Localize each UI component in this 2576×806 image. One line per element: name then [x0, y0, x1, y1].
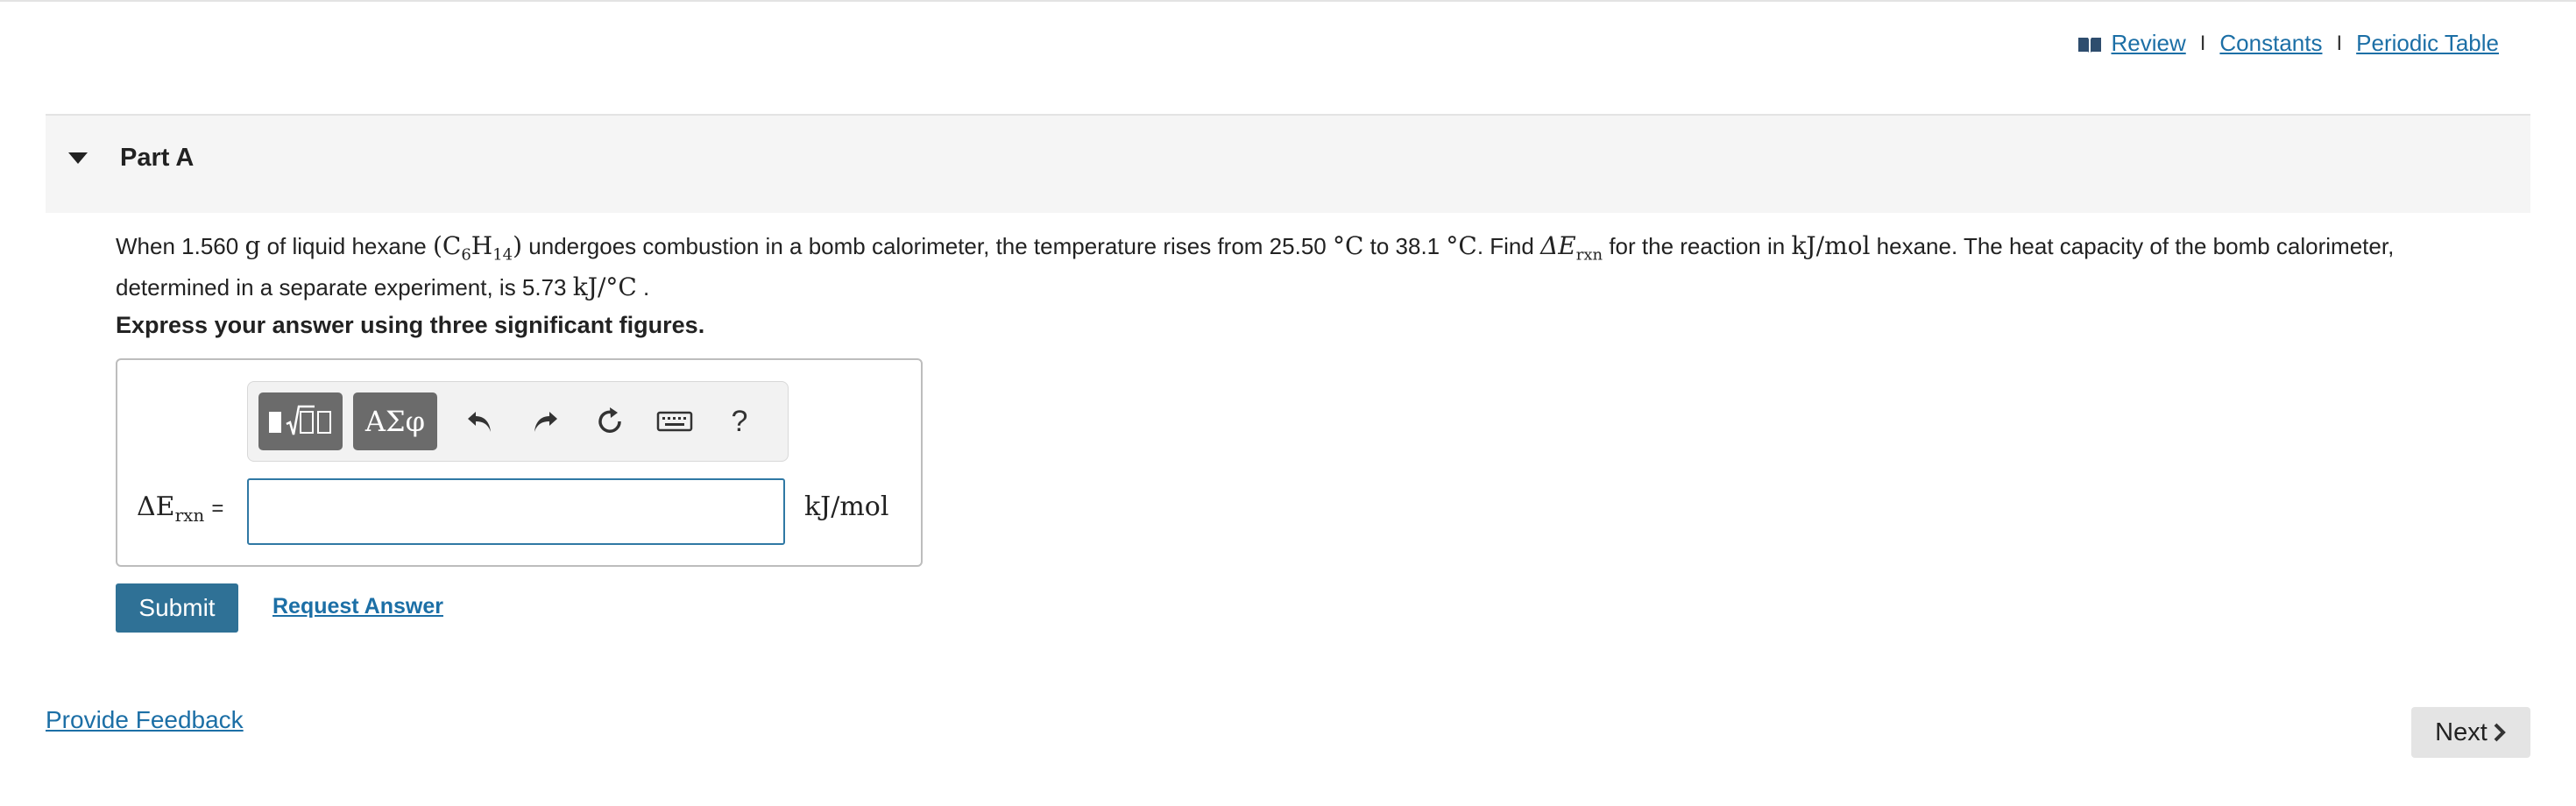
unit-grams: g: [244, 231, 261, 260]
next-button[interactable]: Next: [2411, 707, 2530, 758]
top-divider: [0, 0, 2576, 2]
unit-celsius: °C: [1446, 231, 1477, 260]
question-text: When 1.560 g of liquid hexane (C6H14) un…: [116, 231, 2395, 301]
keyboard-icon: [656, 411, 693, 432]
link-separator: I: [2199, 31, 2206, 55]
part-title: Part A: [120, 144, 195, 172]
answer-input[interactable]: [247, 478, 785, 545]
resource-links: Review I Constants I Periodic Table: [2077, 30, 2499, 57]
symbols-button[interactable]: ΑΣφ: [353, 392, 437, 450]
answer-instruction: Express your answer using three signific…: [116, 312, 705, 338]
unit-kj-per-celsius: kJ/°C: [572, 272, 637, 301]
reset-button[interactable]: [588, 399, 632, 443]
answer-label: ΔErxn =: [137, 491, 224, 526]
question-mark-icon: ?: [731, 404, 748, 438]
answer-box: ΑΣφ ? ΔErxn = kJ/mol: [116, 358, 923, 567]
delta-e-rxn: ΔErxn: [1540, 231, 1603, 265]
help-button[interactable]: ?: [718, 399, 761, 443]
redo-icon: [534, 412, 557, 432]
book-icon: [2078, 38, 2102, 53]
unit-celsius: °C: [1332, 231, 1364, 260]
request-answer-link[interactable]: Request Answer: [272, 594, 443, 619]
math-toolbar: ΑΣφ ?: [247, 381, 789, 462]
link-separator: I: [2336, 31, 2343, 55]
constants-link[interactable]: Constants: [2219, 30, 2322, 57]
caret-down-icon[interactable]: [68, 152, 88, 164]
redo-button[interactable]: [523, 399, 567, 443]
submit-button[interactable]: Submit: [116, 583, 238, 633]
provide-feedback-link[interactable]: Provide Feedback: [46, 706, 244, 734]
part-a-header[interactable]: Part A: [46, 114, 2530, 213]
answer-unit: kJ/mol: [804, 491, 889, 522]
undo-button[interactable]: [458, 399, 502, 443]
reset-icon: [598, 407, 621, 433]
undo-icon: [468, 412, 491, 432]
templates-button[interactable]: [258, 392, 343, 450]
keyboard-button[interactable]: [653, 399, 697, 443]
review-link-label: Review: [2111, 30, 2186, 56]
hexane-formula: (C6H14): [432, 231, 523, 265]
chevron-right-icon: [2494, 723, 2506, 742]
periodic-table-link[interactable]: Periodic Table: [2356, 30, 2499, 57]
review-link[interactable]: Review: [2077, 30, 2186, 57]
next-button-label: Next: [2435, 718, 2488, 746]
templates-icon: [269, 405, 331, 435]
unit-kj-per-mol: kJ/mol: [1791, 231, 1871, 260]
